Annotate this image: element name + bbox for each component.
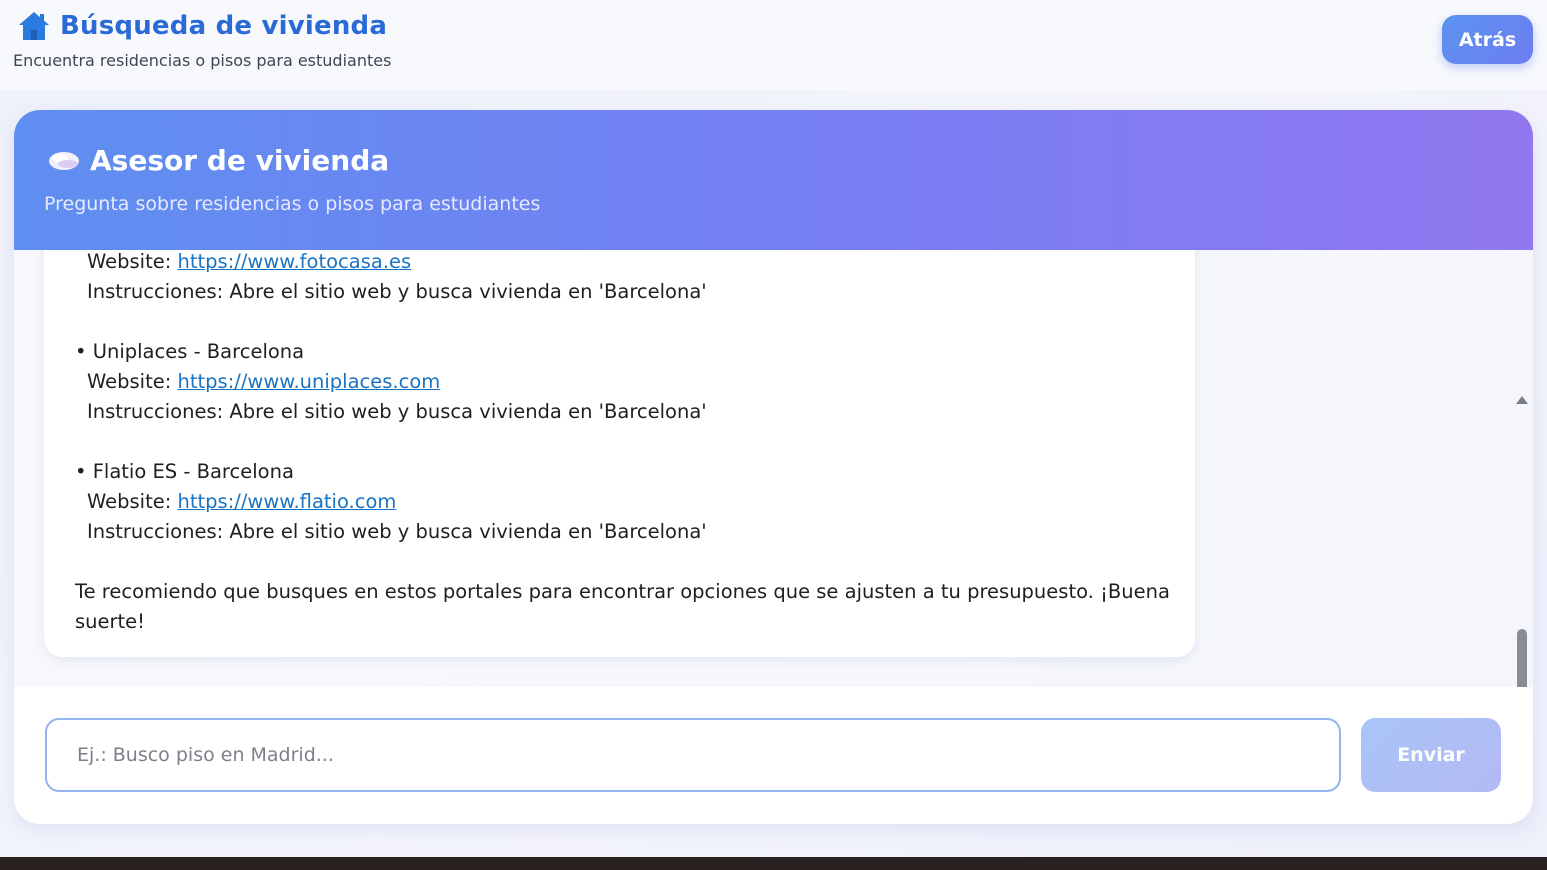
scrollbar-thumb[interactable] (1517, 629, 1527, 687)
chat-title: Asesor de vivienda (90, 144, 390, 177)
page-subtitle: Encuentra residencias o pisos para estud… (13, 51, 392, 70)
message-line: Te recomiendo que busques en estos porta… (75, 580, 1170, 603)
message-list[interactable]: Website: https://www.fotocasa.es Instruc… (14, 250, 1533, 687)
message-line: • Flatio ES - Barcelona (75, 460, 294, 483)
house-icon (19, 12, 49, 40)
top-bar: Búsqueda de vivienda Encuentra residenci… (0, 0, 1547, 90)
send-button[interactable]: Enviar (1361, 718, 1501, 792)
message-line: Website: https://www.uniplaces.com (87, 370, 441, 393)
message-line: Website: https://www.fotocasa.es (87, 250, 412, 273)
chat-subtitle: Pregunta sobre residencias o pisos para … (44, 193, 541, 215)
chat-header: Asesor de vivienda Pregunta sobre reside… (14, 110, 1533, 250)
message-link[interactable]: https://www.fotocasa.es (178, 250, 412, 273)
message-line: • Uniplaces - Barcelona (75, 340, 305, 363)
speech-bubble-icon (49, 151, 79, 170)
message-line: Instrucciones: Abre el sitio web y busca… (87, 400, 707, 423)
message-input[interactable] (45, 718, 1341, 792)
message-line: Website: https://www.flatio.com (87, 490, 397, 513)
page-title: Búsqueda de vivienda (60, 11, 388, 41)
composer: Enviar (14, 687, 1533, 824)
message-line: Instrucciones: Abre el sitio web y busca… (87, 520, 707, 543)
back-button[interactable]: Atrás (1442, 15, 1533, 64)
title-row: Búsqueda de vivienda (18, 10, 387, 42)
chat-header-title-row: Asesor de vivienda (48, 144, 389, 177)
scroll-up-arrow-icon[interactable] (1516, 396, 1528, 404)
message-line: Instrucciones: Abre el sitio web y busca… (87, 280, 707, 303)
message-link[interactable]: https://www.uniplaces.com (178, 370, 441, 393)
message-link[interactable]: https://www.flatio.com (178, 490, 397, 513)
chat-card: Asesor de vivienda Pregunta sobre reside… (14, 110, 1533, 824)
assistant-message: Website: https://www.fotocasa.es Instruc… (44, 250, 1195, 657)
message-line: suerte! (75, 610, 145, 633)
os-taskbar (0, 857, 1547, 870)
